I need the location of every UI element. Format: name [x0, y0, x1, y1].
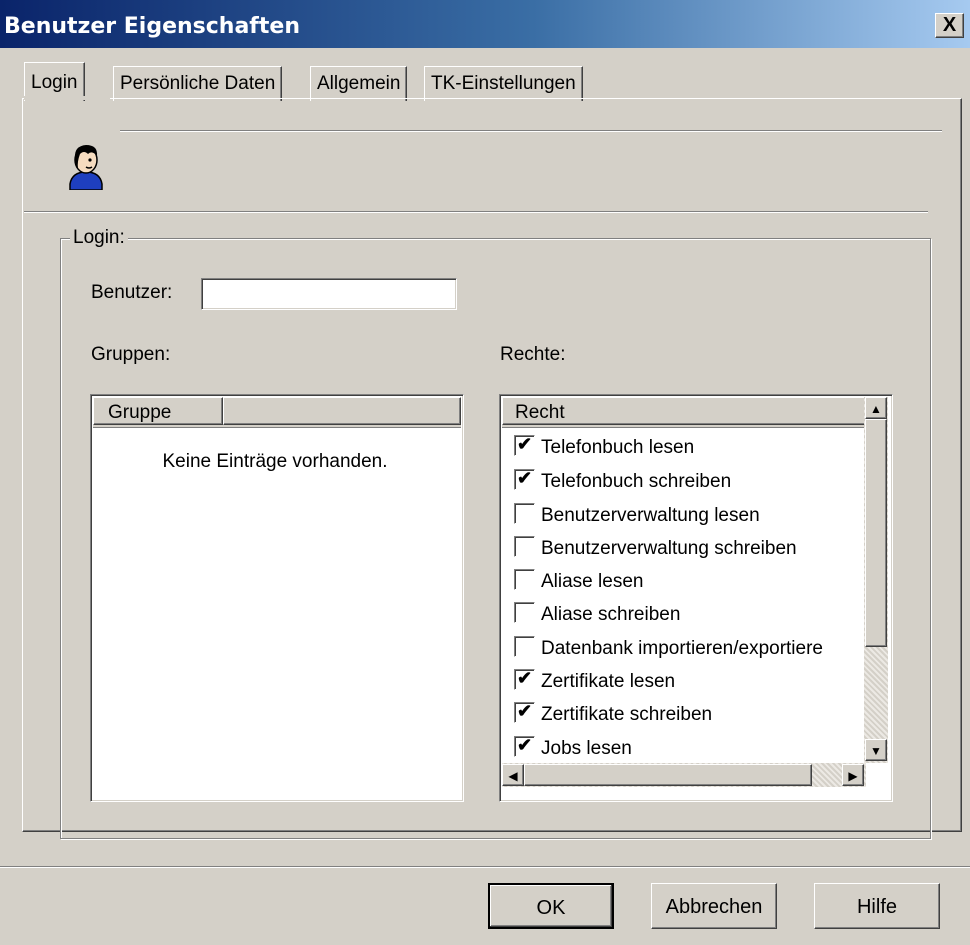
checkmark-icon: ✔ — [517, 735, 533, 755]
checkmark-icon: ✔ — [517, 668, 533, 688]
tab-tk-einstellungen-label: TK-Einstellungen — [431, 73, 576, 94]
scroll-right-button[interactable]: ▶ — [842, 764, 864, 786]
tab-tk-einstellungen[interactable]: TK-Einstellungen — [424, 66, 583, 101]
right-item-label: Benutzerverwaltung schreiben — [541, 538, 797, 559]
right-item-label: Aliase lesen — [541, 571, 644, 592]
active-tab-joint — [24, 96, 110, 100]
arrow-right-icon: ▶ — [848, 769, 858, 783]
benutzer-input[interactable] — [201, 278, 457, 310]
icon-separator — [24, 211, 928, 213]
checkbox[interactable]: ✔ — [514, 701, 535, 723]
arrow-up-icon: ▲ — [870, 402, 882, 416]
vertical-scrollbar[interactable]: ▲ ▼ — [864, 397, 888, 763]
right-item[interactable]: ✔ Telefonbuch schreiben — [514, 466, 731, 498]
right-item-label: Jobs lesen — [541, 738, 632, 759]
arrow-down-icon: ▼ — [870, 744, 882, 758]
ok-button[interactable]: OK — [488, 883, 614, 929]
checkbox[interactable] — [514, 536, 535, 557]
tab-persoenliche-daten[interactable]: Persönliche Daten — [113, 66, 283, 101]
help-button[interactable]: Hilfe — [814, 883, 940, 929]
tab-allgemein-label: Allgemein — [317, 73, 401, 94]
title-bar: Benutzer Eigenschaften X — [0, 0, 970, 48]
column-header-empty[interactable] — [223, 397, 461, 425]
checkbox[interactable] — [514, 569, 535, 590]
right-item[interactable]: ✔ Zertifikate schreiben — [514, 699, 712, 731]
checkbox[interactable]: ✔ — [514, 434, 535, 456]
rights-list[interactable]: Recht ✔ Telefonbuch lesen ✔ Telefonbuch sc… — [499, 394, 893, 802]
right-item[interactable]: Datenbank importieren/exportiere — [514, 633, 823, 665]
checkbox[interactable] — [514, 602, 535, 623]
tab-persoenliche-daten-label: Persönliche Daten — [120, 73, 276, 94]
window-title: Benutzer Eigenschaften — [4, 14, 300, 39]
checkmark-icon: ✔ — [517, 701, 533, 721]
login-groupbox-label: Login: — [70, 227, 128, 249]
scroll-down-button[interactable]: ▼ — [865, 739, 887, 761]
groups-empty-text: Keine Einträge vorhanden. — [162, 451, 388, 472]
cancel-button[interactable]: Abbrechen — [651, 883, 777, 929]
rights-list-header: Recht — [502, 397, 866, 428]
vertical-scroll-thumb[interactable] — [865, 419, 887, 647]
tab-login-label: Login — [31, 72, 78, 93]
checkmark-icon: ✔ — [517, 434, 533, 454]
right-item-label: Telefonbuch schreiben — [541, 471, 732, 492]
right-item[interactable]: ✔ Jobs lesen — [514, 733, 632, 765]
close-icon: X — [942, 14, 957, 36]
right-item[interactable]: Aliase lesen — [514, 566, 643, 598]
close-button[interactable]: X — [935, 13, 964, 38]
right-item-label: Datenbank importieren/exportiere — [541, 638, 823, 659]
header-separator — [120, 130, 942, 132]
tab-allgemein[interactable]: Allgemein — [310, 66, 408, 101]
checkbox[interactable]: ✔ — [514, 668, 535, 690]
rechte-label: Rechte: — [500, 344, 566, 365]
right-item-label: Zertifikate lesen — [541, 671, 676, 692]
checkbox[interactable]: ✔ — [514, 735, 535, 757]
rights-items: ✔ Telefonbuch lesen ✔ Telefonbuch schreibe… — [502, 428, 866, 765]
scroll-left-button[interactable]: ◀ — [502, 764, 524, 786]
right-item[interactable]: Benutzerverwaltung schreiben — [514, 533, 797, 565]
gruppen-label: Gruppen: — [91, 344, 171, 365]
checkmark-icon: ✔ — [517, 468, 533, 488]
checkbox[interactable] — [514, 636, 535, 657]
column-header-recht[interactable]: Recht — [502, 397, 866, 425]
scroll-up-button[interactable]: ▲ — [865, 397, 887, 419]
right-item-label: Telefonbuch lesen — [541, 437, 695, 458]
right-item-label: Zertifikate schreiben — [541, 704, 713, 725]
arrow-left-icon: ◀ — [508, 769, 518, 783]
right-item[interactable]: Benutzerverwaltung lesen — [514, 500, 760, 532]
right-item-label: Aliase schreiben — [541, 604, 681, 625]
right-item[interactable]: ✔ Zertifikate lesen — [514, 666, 675, 698]
checkbox[interactable] — [514, 503, 535, 524]
right-item[interactable]: ✔ Telefonbuch lesen — [514, 432, 694, 464]
user-avatar-icon — [66, 140, 106, 191]
column-header-gruppe[interactable]: Gruppe — [93, 397, 223, 425]
bottom-separator — [0, 866, 970, 868]
groups-list[interactable]: Gruppe Keine Einträge vorhanden. — [90, 394, 464, 802]
horizontal-scroll-thumb[interactable] — [524, 764, 812, 786]
groups-list-header: Gruppe — [93, 397, 461, 428]
right-item-label: Benutzerverwaltung lesen — [541, 505, 760, 526]
benutzer-label: Benutzer: — [91, 282, 173, 303]
right-item[interactable]: Aliase schreiben — [514, 599, 680, 631]
horizontal-scrollbar[interactable]: ◀ ▶ — [502, 763, 866, 787]
checkbox[interactable]: ✔ — [514, 468, 535, 490]
